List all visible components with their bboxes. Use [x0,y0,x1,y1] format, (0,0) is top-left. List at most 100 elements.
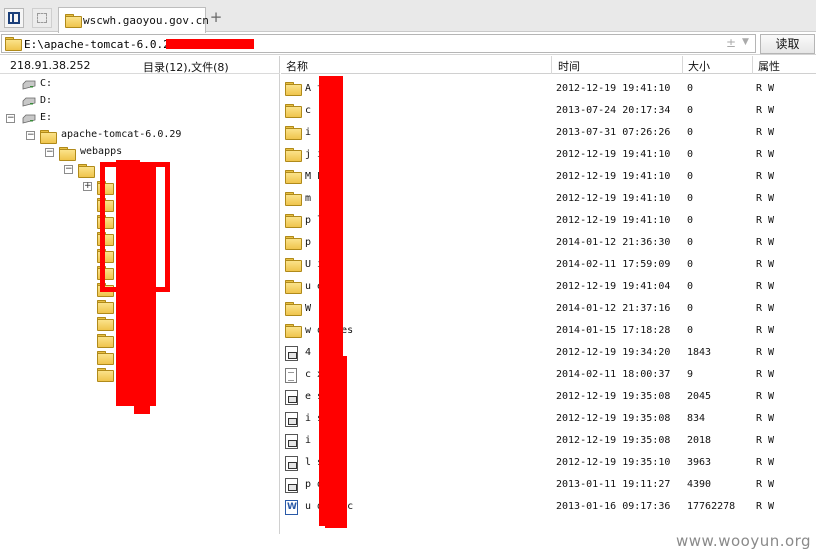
sidebar-toggle-icon[interactable] [4,8,24,28]
word-doc-icon [285,500,298,515]
file-row[interactable]: 4 2012-12-19 19:34:20 1843 R W [281,342,816,364]
column-header: 名称 时间 大小 属性 [281,56,816,74]
file-name: c [305,105,312,116]
watermark: www.wooyun.org [676,532,812,550]
tree-node-label: apache-tomcat-6.0.29 [61,129,182,140]
file-time: 2012-12-19 19:41:04 [556,281,671,292]
file-time: 2012-12-19 19:35:10 [556,457,671,468]
file-size: 0 [687,281,694,292]
tab-title: wscwh.gaoyou.gov.cn [83,14,209,27]
server-ip: 218.91.38.252 [10,59,91,72]
folder-icon [285,236,302,250]
expand-icon[interactable]: + [83,182,92,191]
folder-icon [97,351,114,365]
file-row[interactable]: j ipt2012-12-19 19:41:100R W [281,144,816,166]
file-row[interactable]: p 2014-01-12 21:36:30 0 R W [281,232,816,254]
folder-icon [97,368,114,382]
column-divider[interactable] [551,56,552,74]
collapse-icon[interactable]: − [26,131,35,140]
file-attr: R W [756,391,775,402]
file-row[interactable]: i .jsp2012-12-19 19:35:082018R W [281,430,816,452]
file-time: 2013-01-11 19:11:27 [556,479,671,490]
file-row[interactable]: u es 2012-12-19 19:41:04 0 R W [281,276,816,298]
chevron-down-icon[interactable]: ▼ [742,37,749,47]
item-counts: 目录(12),文件(8) [143,61,229,74]
file-time: 2012-12-19 19:35:08 [556,391,671,402]
file-time: 2014-01-15 17:18:28 [556,325,671,336]
file-row[interactable]: A ture2012-12-19 19:41:100R W [281,78,816,100]
file-size: 0 [687,259,694,270]
folder-icon [285,302,302,316]
file-attr: R W [756,413,775,424]
file-time: 2012-12-19 19:35:08 [556,435,671,446]
file-size: 0 [687,193,694,204]
file-row[interactable]: i sp 2012-12-19 19:35:08 834 R W [281,408,816,430]
file-row[interactable]: e sp 2012-12-19 19:35:08 2045 R W [281,386,816,408]
file-size: 4390 [687,479,712,490]
path-input[interactable] [24,36,724,52]
tab-list-icon[interactable] [32,8,52,28]
folder-icon [285,258,302,272]
folder-icon [97,300,114,314]
folder-icon [285,280,302,294]
file-row[interactable]: w ources2014-01-15 17:18:280R W [281,320,816,342]
file-time: 2014-02-11 18:00:37 [556,369,671,380]
file-name: m [305,193,312,204]
col-attr[interactable]: 属性 [758,58,780,74]
spinner-icon[interactable]: ± [726,36,736,50]
file-size: 0 [687,237,694,248]
file-attr: R W [756,501,775,512]
file-list-pane: 名称 时间 大小 属性 A ture2012-12-19 19:41:100R … [281,56,816,534]
folder-icon [78,164,95,178]
drive-icon [22,114,36,124]
col-size[interactable]: 大小 [688,58,710,74]
file-row[interactable]: m 2012-12-19 19:41:10 0 R W [281,188,816,210]
file-size: 0 [687,303,694,314]
file-time: 2012-12-19 19:41:10 [556,171,671,182]
collapse-icon[interactable]: − [45,148,54,157]
file-row[interactable]: U iles2014-02-11 17:59:090R W [281,254,816,276]
file-attr: R W [756,303,775,314]
collapse-icon[interactable]: − [6,114,15,123]
file-attr: R W [756,215,775,226]
file-row[interactable]: u de.doc2013-01-16 09:17:3617762278R W [281,496,816,518]
tree-node-label: D: [40,95,53,106]
new-tab-button[interactable]: + [208,9,224,25]
jsp-file-icon [285,434,298,449]
column-divider[interactable] [682,56,683,74]
tab-active[interactable]: wscwh.gaoyou.gov.cn [58,7,209,33]
file-row[interactable]: l sp 2012-12-19 19:35:10 3963 R W [281,452,816,474]
jsp-file-icon [285,346,298,361]
directory-tree-pane: 218.91.38.252 目录(12),文件(8) C: D: − E: − apach… [0,56,280,534]
file-time: 2012-12-19 19:35:08 [556,413,671,424]
collapse-icon[interactable]: − [64,165,73,174]
file-row[interactable]: p l 2012-12-19 19:41:10 0 R W [281,210,816,232]
col-name[interactable]: 名称 [286,58,308,74]
tree-node-label: webapps [80,146,123,157]
file-attr: R W [756,193,775,204]
drive-icon [22,97,36,107]
file-row[interactable]: W 2014-01-12 21:37:16 0 R W [281,298,816,320]
file-size: 0 [687,149,694,160]
drive-icon [22,80,36,90]
column-divider[interactable] [752,56,753,74]
folder-icon [285,148,302,162]
col-time[interactable]: 时间 [558,58,580,74]
folder-icon [97,334,114,348]
file-time: 2014-02-11 17:59:09 [556,259,671,270]
file-row[interactable]: i 2013-07-31 07:26:26 0 R W [281,122,816,144]
folder-icon [97,317,114,331]
file-row[interactable]: p d.jsp2013-01-11 19:11:274390R W [281,474,816,496]
file-size: 3963 [687,457,712,468]
file-size: 834 [687,413,706,424]
file-row[interactable]: c 2013-07-24 20:17:34 0 R W [281,100,816,122]
file-size: 2045 [687,391,712,402]
file-time: 2012-12-19 19:41:10 [556,215,671,226]
file-row[interactable]: M F 2012-12-19 19:41:10 0 R W [281,166,816,188]
read-button[interactable]: 读取 [760,34,815,54]
folder-icon [285,324,302,338]
jsp-file-icon [285,456,298,471]
file-row[interactable]: c xt 2014-02-11 18:00:37 9 R W [281,364,816,386]
folder-icon [285,126,302,140]
file-size: 1843 [687,347,712,358]
